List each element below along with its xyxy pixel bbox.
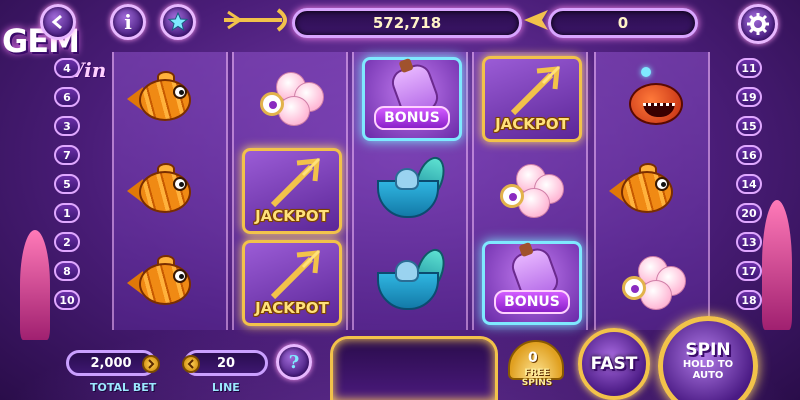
- bonus-symbol: BONUS: [482, 241, 582, 325]
- reel-cell: [596, 238, 712, 328]
- settings-button[interactable]: [738, 4, 778, 44]
- line-decrease-button[interactable]: [182, 355, 200, 373]
- win-banner-frame: [330, 336, 498, 400]
- reel-column: JACKPOT BONUS: [472, 52, 588, 330]
- right-line-badge[interactable]: 18: [736, 290, 762, 310]
- right-line-badge[interactable]: 11: [736, 58, 762, 78]
- shell-pearl-symbol: [496, 160, 568, 222]
- right-line-badge[interactable]: 19: [736, 87, 762, 107]
- reel-cell: [596, 54, 712, 144]
- reel-column: BONUS: [352, 52, 468, 330]
- jackpot-label: JACKPOT: [255, 299, 329, 317]
- total-bet-value: 2,000: [90, 355, 132, 371]
- reel-column: JACKPOT JACKPOT: [232, 52, 348, 330]
- win-value: 0: [617, 14, 629, 32]
- left-line-badge[interactable]: 2: [54, 232, 80, 252]
- bonus-label: BONUS: [374, 106, 450, 130]
- left-line-badge[interactable]: 6: [54, 87, 80, 107]
- orange-fish-symbol: [127, 255, 205, 307]
- jackpot-label: JACKPOT: [495, 115, 569, 133]
- right-line-badge[interactable]: 16: [736, 145, 762, 165]
- reel-cell: [114, 238, 230, 328]
- orange-fish-symbol: [127, 163, 205, 215]
- left-line-badge[interactable]: 8: [54, 261, 80, 281]
- right-line-badge[interactable]: 15: [736, 116, 762, 136]
- right-line-badge[interactable]: 20: [736, 203, 762, 223]
- reel-cell: [234, 54, 350, 144]
- bet-increase-button[interactable]: [142, 355, 160, 373]
- left-line-badge[interactable]: 4: [54, 58, 80, 78]
- chevron-left-icon: [187, 359, 194, 369]
- left-line-badge[interactable]: 1: [54, 203, 80, 223]
- chevron-right-icon: [148, 359, 155, 369]
- free-spins-label: FREE SPINS: [521, 368, 553, 388]
- reel-cell: [114, 54, 230, 144]
- shell-pearl-symbol: [618, 252, 690, 314]
- info-button[interactable]: i: [110, 4, 146, 40]
- reel-cell: [114, 146, 230, 236]
- star-icon: [168, 12, 188, 32]
- orange-fish-symbol: [609, 163, 687, 215]
- reel-cell: [596, 146, 712, 236]
- reel-cell: [474, 146, 590, 236]
- trident-icon: [510, 65, 561, 116]
- slot-game-screen: GEM Win i 572,718 0 4 6 3 7 5 1 2 8 10 11 19 15 16 1…: [0, 0, 800, 400]
- left-line-badge[interactable]: 5: [54, 174, 80, 194]
- bonus-symbol: BONUS: [362, 57, 462, 141]
- reel-cell: [354, 146, 470, 236]
- reel-cell: BONUS: [474, 238, 590, 328]
- spin-sub-label: HOLD TO AUTO: [682, 359, 734, 381]
- jackpot-symbol: JACKPOT: [482, 56, 582, 142]
- line-label: LINE: [212, 381, 240, 394]
- left-line-badge[interactable]: 3: [54, 116, 80, 136]
- jackpot-symbol: JACKPOT: [242, 148, 342, 234]
- fast-button[interactable]: FAST: [578, 328, 650, 400]
- trident-decoration-icon: [224, 8, 287, 32]
- jackpot-label: JACKPOT: [255, 207, 329, 225]
- teacup-worm-symbol: [377, 244, 451, 314]
- fast-label: FAST: [590, 354, 638, 374]
- reel-cell: JACKPOT: [234, 238, 350, 328]
- trident-icon: [270, 249, 321, 300]
- back-arrow-icon: [51, 14, 62, 30]
- bonus-label: BONUS: [494, 290, 570, 314]
- favorite-button[interactable]: [160, 4, 196, 40]
- balance-value: 572,718: [372, 14, 442, 32]
- spin-label: SPIN: [685, 340, 731, 360]
- teacup-worm-symbol: [377, 152, 451, 222]
- reel-cell: JACKPOT: [474, 54, 590, 144]
- info-icon: i: [124, 10, 132, 34]
- reel-column: [112, 52, 228, 330]
- reel-column: [594, 52, 710, 330]
- total-bet-label: TOTAL BET: [90, 381, 157, 394]
- right-line-badge[interactable]: 13: [736, 232, 762, 252]
- gear-icon: [747, 13, 769, 35]
- reel-cell: BONUS: [354, 54, 470, 144]
- reel-cell: JACKPOT: [234, 146, 350, 236]
- right-line-badge[interactable]: 14: [736, 174, 762, 194]
- left-line-badge[interactable]: 7: [54, 145, 80, 165]
- help-button[interactable]: ?: [276, 344, 312, 380]
- win-display: 0: [548, 8, 698, 38]
- trident-icon: [270, 157, 321, 208]
- jackpot-symbol: JACKPOT: [242, 240, 342, 326]
- left-line-badge[interactable]: 10: [54, 290, 80, 310]
- anglerfish-symbol: [619, 67, 689, 129]
- line-value: 20: [216, 355, 236, 371]
- reel-cell: [354, 238, 470, 328]
- right-line-badge[interactable]: 17: [736, 261, 762, 281]
- coral-right: [762, 200, 792, 330]
- orange-fish-symbol: [127, 71, 205, 123]
- balance-display: 572,718: [292, 8, 522, 38]
- free-spins-count: 0: [528, 350, 538, 366]
- coral-left: [20, 230, 50, 340]
- help-icon: ?: [288, 351, 300, 373]
- back-button[interactable]: [40, 4, 76, 40]
- shell-pearl-symbol: [256, 68, 328, 130]
